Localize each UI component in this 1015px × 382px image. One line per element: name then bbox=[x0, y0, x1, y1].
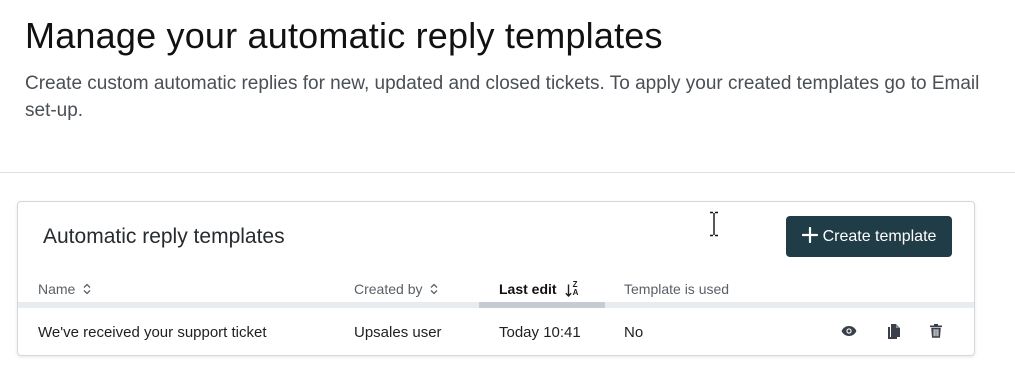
column-header-last-edit[interactable]: Last edit Z A bbox=[499, 281, 579, 298]
page-description: Create custom automatic replies for new,… bbox=[25, 73, 980, 121]
card-title: Automatic reply templates bbox=[43, 225, 285, 248]
page-header: Manage your automatic reply templates Cr… bbox=[25, 14, 1010, 124]
column-header-label: Template is used bbox=[624, 281, 730, 297]
table-row[interactable]: We've received your support ticket Upsal… bbox=[18, 308, 974, 355]
column-header-name[interactable]: Name bbox=[38, 281, 91, 297]
column-header-created-by[interactable]: Created by bbox=[354, 281, 438, 297]
templates-card: Automatic reply templates Create templat… bbox=[17, 201, 975, 356]
page-title: Manage your automatic reply templates bbox=[25, 15, 663, 56]
cell-name: We've received your support ticket bbox=[38, 324, 267, 341]
column-header-label: Created by bbox=[354, 281, 423, 297]
create-template-label: Create template bbox=[822, 227, 937, 245]
column-header-label: Name bbox=[38, 281, 76, 297]
divider bbox=[0, 172, 1015, 173]
trash-icon[interactable] bbox=[925, 320, 947, 342]
column-header-label: Last edit bbox=[499, 281, 557, 297]
sort-z-a-icon: Z A bbox=[564, 281, 579, 297]
text-cursor-icon bbox=[708, 211, 720, 237]
sort-icon bbox=[83, 283, 91, 295]
cell-last-edit: Today 10:41 bbox=[499, 324, 581, 341]
cell-template-used: No bbox=[624, 324, 644, 341]
plus-icon bbox=[801, 226, 818, 246]
sort-letter-bottom: A bbox=[572, 288, 579, 297]
cell-created-by: Upsales user bbox=[354, 324, 442, 341]
eye-icon[interactable] bbox=[838, 320, 860, 342]
create-template-button[interactable]: Create template bbox=[786, 216, 952, 257]
sort-icon bbox=[430, 283, 438, 295]
column-header-template-used: Template is used bbox=[624, 281, 729, 297]
copy-icon[interactable] bbox=[882, 320, 904, 342]
